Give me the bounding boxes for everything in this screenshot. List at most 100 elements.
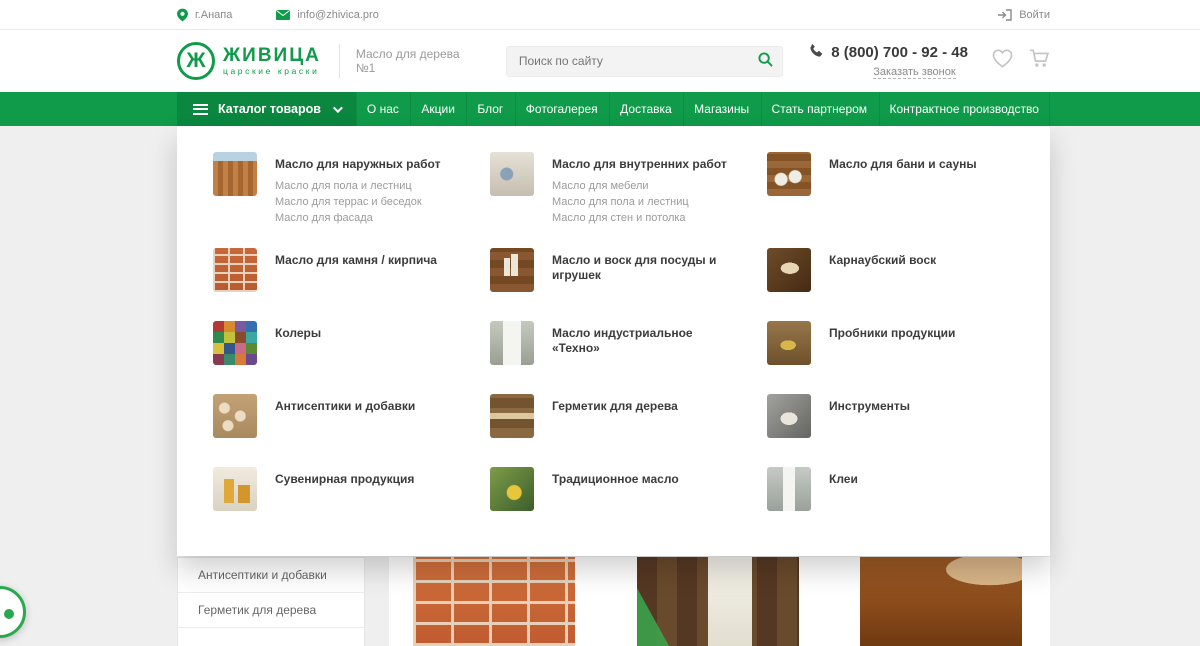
phone-block: 8 (800) 700 - 92 - 48 Заказать звонок [809, 43, 968, 80]
category-thumbnail-techno [490, 321, 534, 365]
page-content: Антисептики и добавки Герметик для дерев… [0, 126, 1200, 646]
sidebar-item-antiseptics[interactable]: Антисептики и добавки [178, 558, 364, 593]
subcategory-link[interactable]: Масло для стен и потолка [552, 210, 727, 226]
category-thumbnail-carnauba [767, 248, 811, 292]
product-image-oiled-table[interactable] [860, 557, 1022, 646]
logo-tagline: царские краски [223, 66, 321, 76]
category-thumbnail-glue [767, 467, 811, 511]
category-title[interactable]: Герметик для дерева [552, 399, 678, 414]
catalog-label[interactable]: Каталог товаров [218, 102, 321, 116]
category-thumbnail-dishes [490, 248, 534, 292]
category-thumbnail-sealant [490, 394, 534, 438]
subcategory-link[interactable]: Масло для фасада [275, 210, 440, 226]
nav-item-stores[interactable]: Магазины [683, 92, 759, 126]
catalog-sidebar: Антисептики и добавки Герметик для дерев… [177, 557, 365, 646]
nav-item-partner[interactable]: Стать партнером [761, 92, 878, 126]
nav-item-contract[interactable]: Контрактное производство [879, 92, 1050, 126]
category-thumbnail-brick [213, 248, 257, 292]
nav-item-blog[interactable]: Блог [466, 92, 513, 126]
envelope-icon [276, 10, 290, 20]
category-thumbnail-samples [767, 321, 811, 365]
megamenu-item-antiseptics[interactable]: Антисептики и добавки [213, 394, 490, 467]
logo[interactable]: Ж ЖИВИЦА царские краски [177, 42, 321, 80]
megamenu-item-dishes-toys[interactable]: Масло и воск для посуды и игрушек [490, 248, 767, 321]
chevron-down-icon [333, 103, 343, 113]
email-link[interactable]: info@zhivica.pro [276, 9, 378, 21]
sidebar-item-partial[interactable] [178, 628, 364, 646]
category-title[interactable]: Сувенирная продукция [275, 472, 414, 487]
catalog-menu-button[interactable]: Каталог товаров [177, 92, 356, 126]
category-title[interactable]: Колеры [275, 326, 321, 341]
product-image-cutting-boards[interactable] [637, 557, 799, 646]
nav-item-gallery[interactable]: Фотогалерея [515, 92, 608, 126]
login-button[interactable]: Войти [998, 9, 1050, 21]
category-thumbnail-tints [213, 321, 257, 365]
megamenu-item-sauna[interactable]: Масло для бани и сауны [767, 152, 1044, 248]
megamenu-item-stone-brick[interactable]: Масло для камня / кирпича [213, 248, 490, 321]
category-thumbnail-souvenirs [213, 467, 257, 511]
callback-link[interactable]: Заказать звонок [873, 66, 955, 79]
wishlist-button[interactable] [992, 49, 1013, 73]
category-thumbnail-traditional [490, 467, 534, 511]
category-thumbnail-antiseptics [213, 394, 257, 438]
category-title[interactable]: Инструменты [829, 399, 910, 414]
login-label[interactable]: Войти [1019, 9, 1050, 21]
login-icon [998, 9, 1012, 21]
search-icon [758, 52, 773, 70]
megamenu-item-tools[interactable]: Инструменты [767, 394, 1044, 467]
product-image-brick[interactable] [413, 557, 575, 646]
subcategory-link[interactable]: Масло для пола и лестниц [552, 194, 727, 210]
nav-item-about[interactable]: О нас [356, 92, 409, 126]
category-title[interactable]: Масло индустриальное «Техно» [552, 326, 742, 356]
category-title[interactable]: Антисептики и добавки [275, 399, 415, 414]
city-label[interactable]: г.Анапа [195, 9, 232, 21]
subcategory-link[interactable]: Масло для мебели [552, 178, 727, 194]
megamenu-item-carnauba[interactable]: Карнаубский воск [767, 248, 1044, 321]
phone-icon [809, 43, 824, 62]
category-title[interactable]: Пробники продукции [829, 326, 955, 341]
megamenu-item-tints[interactable]: Колеры [213, 321, 490, 394]
city-selector[interactable]: г.Анапа [177, 8, 232, 22]
megamenu-item-interior[interactable]: Масло для внутренних работ Масло для меб… [490, 152, 767, 248]
search-input[interactable] [506, 46, 783, 77]
megamenu-item-samples[interactable]: Пробники продукции [767, 321, 1044, 394]
subcategory-link[interactable]: Масло для пола и лестниц [275, 178, 440, 194]
category-title[interactable]: Масло для наружных работ [275, 157, 440, 172]
category-title[interactable]: Традиционное масло [552, 472, 679, 487]
topbar: г.Анапа info@zhivica.pro Войти [0, 0, 1200, 30]
category-thumbnail-sauna [767, 152, 811, 196]
category-title[interactable]: Карнаубский воск [829, 253, 936, 268]
header: Ж ЖИВИЦА царские краски Масло для дерева… [0, 30, 1200, 92]
email-label[interactable]: info@zhivica.pro [297, 9, 378, 21]
subcategory-link[interactable]: Масло для террас и беседок [275, 194, 440, 210]
category-thumbnail-interior [490, 152, 534, 196]
catalog-dropdown-menu: Масло для наружных работ Масло для пола … [177, 126, 1050, 556]
logo-icon: Ж [177, 42, 215, 80]
search-button[interactable] [749, 48, 781, 75]
sidebar-item-sealant[interactable]: Герметик для дерева [178, 593, 364, 628]
megamenu-item-exterior[interactable]: Масло для наружных работ Масло для пола … [213, 152, 490, 248]
category-title[interactable]: Масло для камня / кирпича [275, 253, 437, 268]
site-search [506, 46, 783, 77]
category-title[interactable]: Масло для бани и сауны [829, 157, 977, 172]
megamenu-item-glue[interactable]: Клеи [767, 467, 1044, 540]
nav-item-delivery[interactable]: Доставка [609, 92, 682, 126]
phone-number[interactable]: 8 (800) 700 - 92 - 48 [831, 44, 968, 61]
megamenu-item-traditional-oil[interactable]: Традиционное масло [490, 467, 767, 540]
megamenu-item-techno[interactable]: Масло индустриальное «Техно» [490, 321, 767, 394]
phone-link[interactable]: 8 (800) 700 - 92 - 48 [809, 43, 968, 62]
category-title[interactable]: Масло для внутренних работ [552, 157, 727, 172]
header-divider [339, 44, 340, 78]
megamenu-item-souvenirs[interactable]: Сувенирная продукция [213, 467, 490, 540]
hamburger-icon [193, 104, 208, 115]
logo-name: ЖИВИЦА [223, 46, 321, 66]
cart-icon [1029, 49, 1050, 73]
category-title[interactable]: Масло и воск для посуды и игрушек [552, 253, 742, 283]
category-title[interactable]: Клеи [829, 472, 858, 487]
megamenu-item-sealant[interactable]: Герметик для дерева [490, 394, 767, 467]
heart-icon [992, 49, 1013, 73]
products-grid [389, 557, 1050, 646]
cart-button[interactable] [1029, 49, 1050, 73]
nav-item-promos[interactable]: Акции [410, 92, 465, 126]
category-thumbnail-tools [767, 394, 811, 438]
